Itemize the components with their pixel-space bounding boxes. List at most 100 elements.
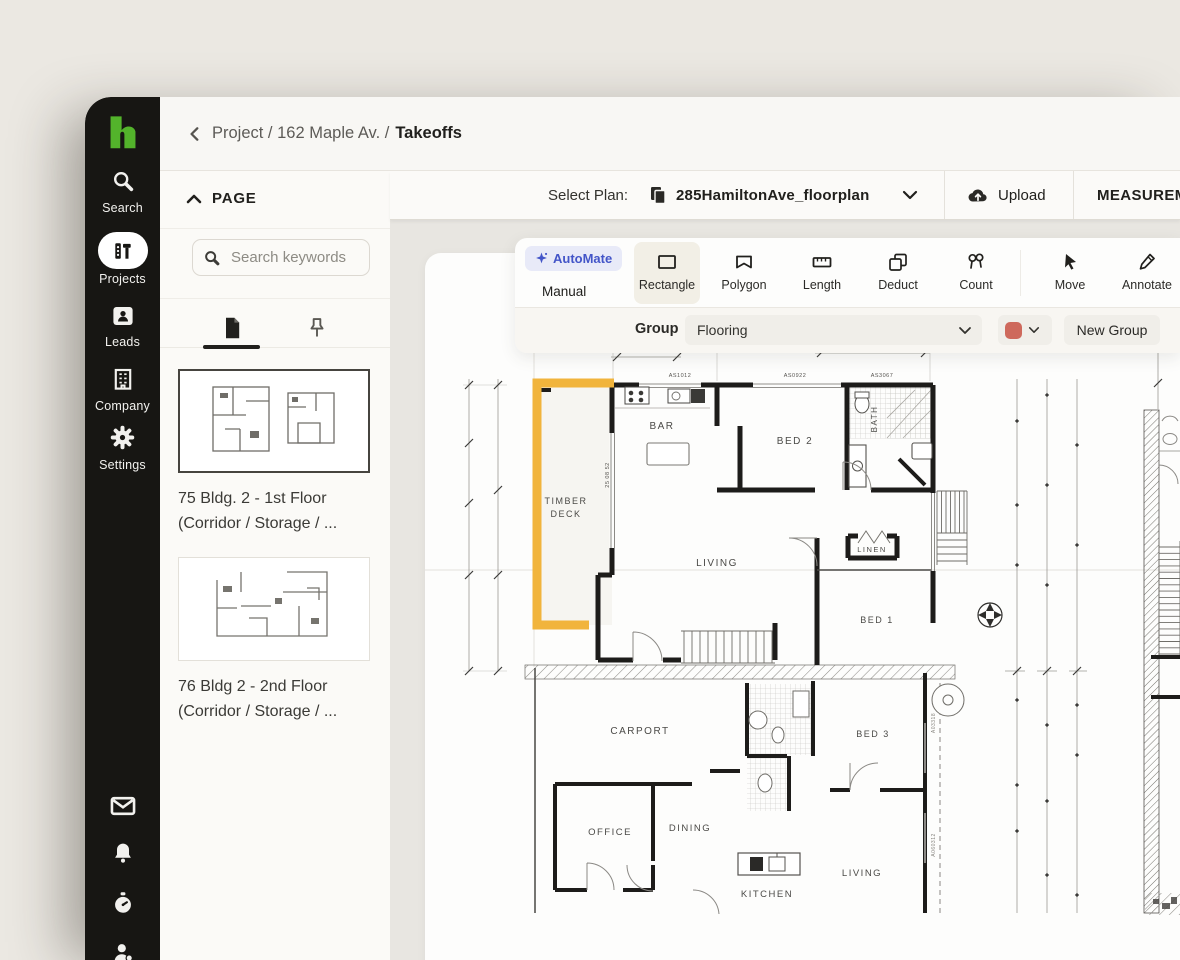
sidebar-item-company[interactable]: Company xyxy=(85,367,160,413)
takeoff-toolbar: AutoMate Manual Rectangle Polygon Length… xyxy=(515,238,1180,353)
sidebar-notifications-button[interactable] xyxy=(85,841,160,870)
ruler-icon xyxy=(812,257,832,268)
mail-icon xyxy=(110,796,135,816)
canvas-area: Select Plan: 285HamiltonAve_floorplan Up… xyxy=(390,171,1180,960)
tool-row: AutoMate Manual Rectangle Polygon Length… xyxy=(515,238,1180,308)
sidebar-item-label: Search xyxy=(102,201,143,215)
tool-move[interactable]: Move xyxy=(1037,242,1103,304)
projects-pill xyxy=(97,232,148,269)
page-panel-tabs xyxy=(160,316,390,349)
plan-thumbnail-selected[interactable] xyxy=(178,369,370,473)
sidebar-item-label: Projects xyxy=(99,272,146,286)
tab-pinned[interactable] xyxy=(303,316,331,345)
search-icon xyxy=(205,250,220,265)
divider xyxy=(1073,171,1074,219)
sparkle-icon xyxy=(536,252,548,264)
svg-text:BAR: BAR xyxy=(649,421,674,432)
divider xyxy=(1020,250,1021,296)
sidebar-mail-button[interactable] xyxy=(85,795,160,822)
tool-polygon[interactable]: Polygon xyxy=(711,242,777,304)
svg-text:TIMBER: TIMBER xyxy=(544,496,587,506)
chevron-up-icon xyxy=(186,194,202,203)
sidebar-timer-button[interactable] xyxy=(85,891,160,920)
company-icon xyxy=(114,368,131,390)
stopwatch-icon xyxy=(114,892,131,913)
group-color-picker[interactable] xyxy=(998,315,1052,345)
sidebar-item-label: Company xyxy=(95,399,150,413)
svg-text:KITCHEN: KITCHEN xyxy=(741,889,793,900)
color-swatch xyxy=(1005,321,1022,339)
svg-text:LIVING: LIVING xyxy=(696,558,738,569)
divider xyxy=(160,298,390,299)
new-group-button[interactable]: New Group xyxy=(1064,315,1160,345)
document-icon xyxy=(226,317,240,339)
chevron-down-icon xyxy=(959,326,971,334)
svg-text:BED 1: BED 1 xyxy=(860,615,894,625)
svg-text:A03318: A03318 xyxy=(931,713,937,733)
sidebar-item-projects[interactable]: Projects xyxy=(85,232,160,286)
pages-icon xyxy=(648,171,668,219)
projects-icon xyxy=(114,242,131,259)
plan-thumbnail[interactable] xyxy=(178,557,370,661)
tool-length[interactable]: Length xyxy=(789,242,855,304)
group-label: Group xyxy=(635,321,679,337)
app-logo[interactable] xyxy=(85,115,160,156)
page-panel-title: PAGE xyxy=(212,190,257,207)
page-panel-header[interactable]: PAGE xyxy=(186,190,257,207)
count-pins-icon xyxy=(968,253,984,269)
sidebar-referral-button[interactable] xyxy=(85,941,160,960)
tool-count[interactable]: Count xyxy=(943,242,1009,304)
svg-text:CARPORT: CARPORT xyxy=(610,726,669,737)
thumbnail-sketch xyxy=(212,386,335,452)
automate-toggle[interactable]: AutoMate xyxy=(525,246,623,271)
sidebar-item-leads[interactable]: Leads xyxy=(85,305,160,349)
select-plan-label: Select Plan: xyxy=(548,186,629,204)
selected-plan-name[interactable]: 285HamiltonAve_floorplan xyxy=(676,171,869,219)
svg-text:BED 2: BED 2 xyxy=(777,436,813,447)
manual-toggle[interactable]: Manual xyxy=(542,284,586,299)
svg-text:BED 3: BED 3 xyxy=(856,729,890,739)
tool-annotate[interactable]: Annotate xyxy=(1114,242,1180,304)
sidebar-item-label: Settings xyxy=(99,458,146,472)
breadcrumb: Project / 162 Maple Av. / Takeoffs xyxy=(160,97,1180,170)
plan-select-bar: Select Plan: 285HamiltonAve_floorplan Up… xyxy=(390,171,1180,220)
north-arrow xyxy=(977,602,1003,628)
svg-text:LIVING: LIVING xyxy=(842,868,882,879)
chevron-down-icon xyxy=(1028,327,1040,333)
svg-text:25 08 52: 25 08 52 xyxy=(605,462,611,487)
logo-h-icon xyxy=(110,116,135,149)
svg-text:DINING: DINING xyxy=(669,823,711,834)
pen-icon xyxy=(1139,253,1155,270)
breadcrumb-path[interactable]: Project / 162 Maple Av. / xyxy=(212,124,389,143)
sidebar-item-label: Leads xyxy=(104,335,141,349)
measurements-tab[interactable]: MEASUREM xyxy=(1097,171,1180,219)
drawing-canvas[interactable]: TIMBER DECK BAR BED 2 BATH LIVING LINEN … xyxy=(390,219,1180,960)
tool-deduct[interactable]: Deduct xyxy=(865,242,931,304)
sidebar-item-search[interactable]: Search xyxy=(85,169,160,215)
pushpin-icon xyxy=(310,318,324,337)
rectangle-icon xyxy=(658,255,676,269)
keyword-search[interactable] xyxy=(192,239,370,276)
tab-pages[interactable] xyxy=(218,316,246,345)
search-input[interactable] xyxy=(229,248,358,267)
back-chevron-icon[interactable] xyxy=(188,126,202,142)
group-value: Flooring xyxy=(697,322,748,338)
upload-label: Upload xyxy=(998,186,1046,204)
sidebar-item-settings[interactable]: Settings xyxy=(85,425,160,472)
divider xyxy=(944,171,945,219)
group-select[interactable]: Flooring xyxy=(685,315,982,345)
plan-chevron-down-icon[interactable] xyxy=(902,171,918,219)
page-panel: PAGE Search keywords 75 Bldg. 2 - 1st Fl… xyxy=(160,171,391,960)
plan-thumbnail-label[interactable]: 76 Bldg 2 - 2nd Floor (Corridor / Storag… xyxy=(178,674,378,724)
upload-button[interactable]: Upload xyxy=(967,171,1046,219)
content: PAGE Search keywords 75 Bldg. 2 - 1st Fl… xyxy=(160,170,1180,960)
svg-text:LINEN: LINEN xyxy=(857,545,887,554)
cloud-upload-icon xyxy=(968,189,987,202)
svg-text:AS0922: AS0922 xyxy=(784,373,807,379)
group-bar: Group Flooring New Group xyxy=(515,307,1180,353)
active-tab-underline xyxy=(203,345,260,349)
tool-rectangle[interactable]: Rectangle xyxy=(634,242,700,304)
app-window: Search Projects Leads Company Settings P… xyxy=(85,97,1180,960)
svg-text:AS1012: AS1012 xyxy=(669,373,692,379)
plan-thumbnail-label[interactable]: 75 Bldg. 2 - 1st Floor (Corridor / Stora… xyxy=(178,486,378,536)
